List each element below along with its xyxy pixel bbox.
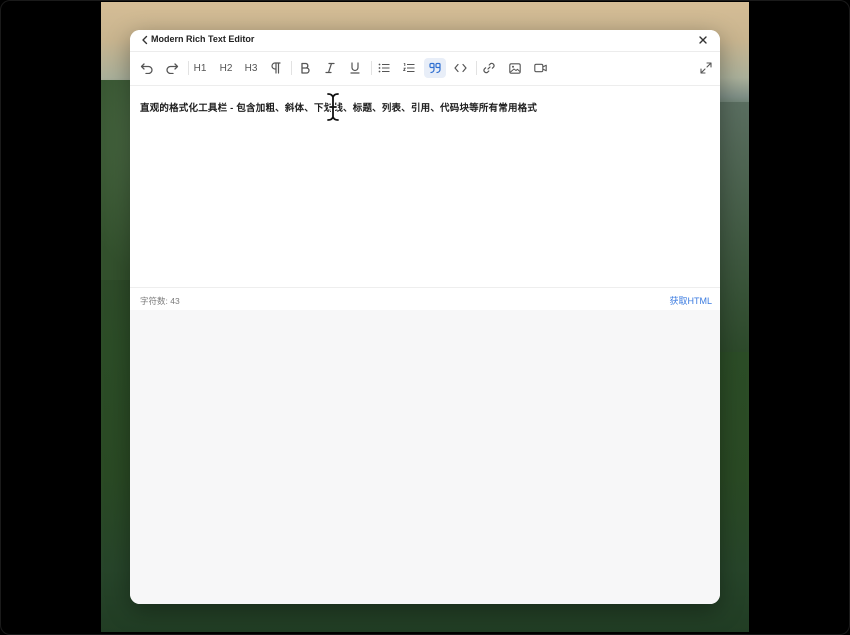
italic-icon <box>325 62 335 74</box>
window-title: Modern Rich Text Editor <box>151 34 255 44</box>
chevron-left-icon <box>142 35 148 45</box>
screen: Modern Rich Text Editor H1 H2 H3 直观的格式化工… <box>0 0 850 635</box>
heading-3-button[interactable]: H3 <box>240 58 262 78</box>
editor-card: Modern Rich Text Editor H1 H2 H3 直观的格式化工… <box>130 30 720 311</box>
undo-button[interactable] <box>136 58 158 78</box>
toolbar-divider <box>371 61 372 75</box>
bold-icon <box>301 62 310 74</box>
underline-button[interactable] <box>344 58 366 78</box>
code-block-button[interactable] <box>449 58 471 78</box>
undo-icon <box>140 63 153 74</box>
italic-button[interactable] <box>319 58 341 78</box>
back-button[interactable] <box>138 32 152 48</box>
status-bar: 字符数: 43 获取HTML <box>130 287 720 311</box>
window-empty-area <box>130 310 720 604</box>
toolbar-divider <box>291 61 292 75</box>
close-button[interactable] <box>696 32 710 48</box>
insert-image-button[interactable] <box>504 58 526 78</box>
code-icon <box>453 63 467 73</box>
bullet-list-icon <box>378 63 390 73</box>
heading-1-button[interactable]: H1 <box>189 58 211 78</box>
insert-link-button[interactable] <box>478 58 500 78</box>
editor-window: Modern Rich Text Editor H1 H2 H3 直观的格式化工… <box>130 30 720 604</box>
redo-button[interactable] <box>161 58 183 78</box>
bullet-list-button[interactable] <box>373 58 395 78</box>
paragraph-icon <box>271 62 281 74</box>
character-count: 字符数: 43 <box>140 295 180 307</box>
heading-2-label: H2 <box>219 62 233 74</box>
underline-icon <box>350 62 360 74</box>
image-icon <box>509 62 521 74</box>
quote-icon <box>429 62 441 74</box>
character-count-label: 字符数: 43 <box>140 296 180 306</box>
formatting-toolbar: H1 H2 H3 <box>130 52 720 86</box>
title-bar: Modern Rich Text Editor <box>130 30 720 52</box>
heading-1-label: H1 <box>193 62 207 74</box>
blockquote-button[interactable] <box>424 58 446 78</box>
expand-icon <box>700 62 712 74</box>
text-cursor-icon <box>326 92 340 122</box>
paragraph-button[interactable] <box>265 58 287 78</box>
redo-icon <box>166 63 179 74</box>
heading-2-button[interactable]: H2 <box>215 58 237 78</box>
ordered-list-button[interactable] <box>398 58 420 78</box>
ordered-list-icon <box>403 63 415 73</box>
editor-content-area[interactable]: 直观的格式化工具栏 - 包含加粗、斜体、下划线、标题、列表、引用、代码块等所有常… <box>130 86 720 286</box>
fullscreen-button[interactable] <box>695 58 717 78</box>
video-icon <box>533 63 547 73</box>
bold-button[interactable] <box>294 58 316 78</box>
close-icon <box>699 36 707 44</box>
heading-3-label: H3 <box>244 62 258 74</box>
toolbar-divider <box>476 61 477 75</box>
insert-video-button[interactable] <box>529 58 551 78</box>
link-icon <box>483 62 495 74</box>
get-html-button[interactable]: 获取HTML <box>670 294 713 307</box>
